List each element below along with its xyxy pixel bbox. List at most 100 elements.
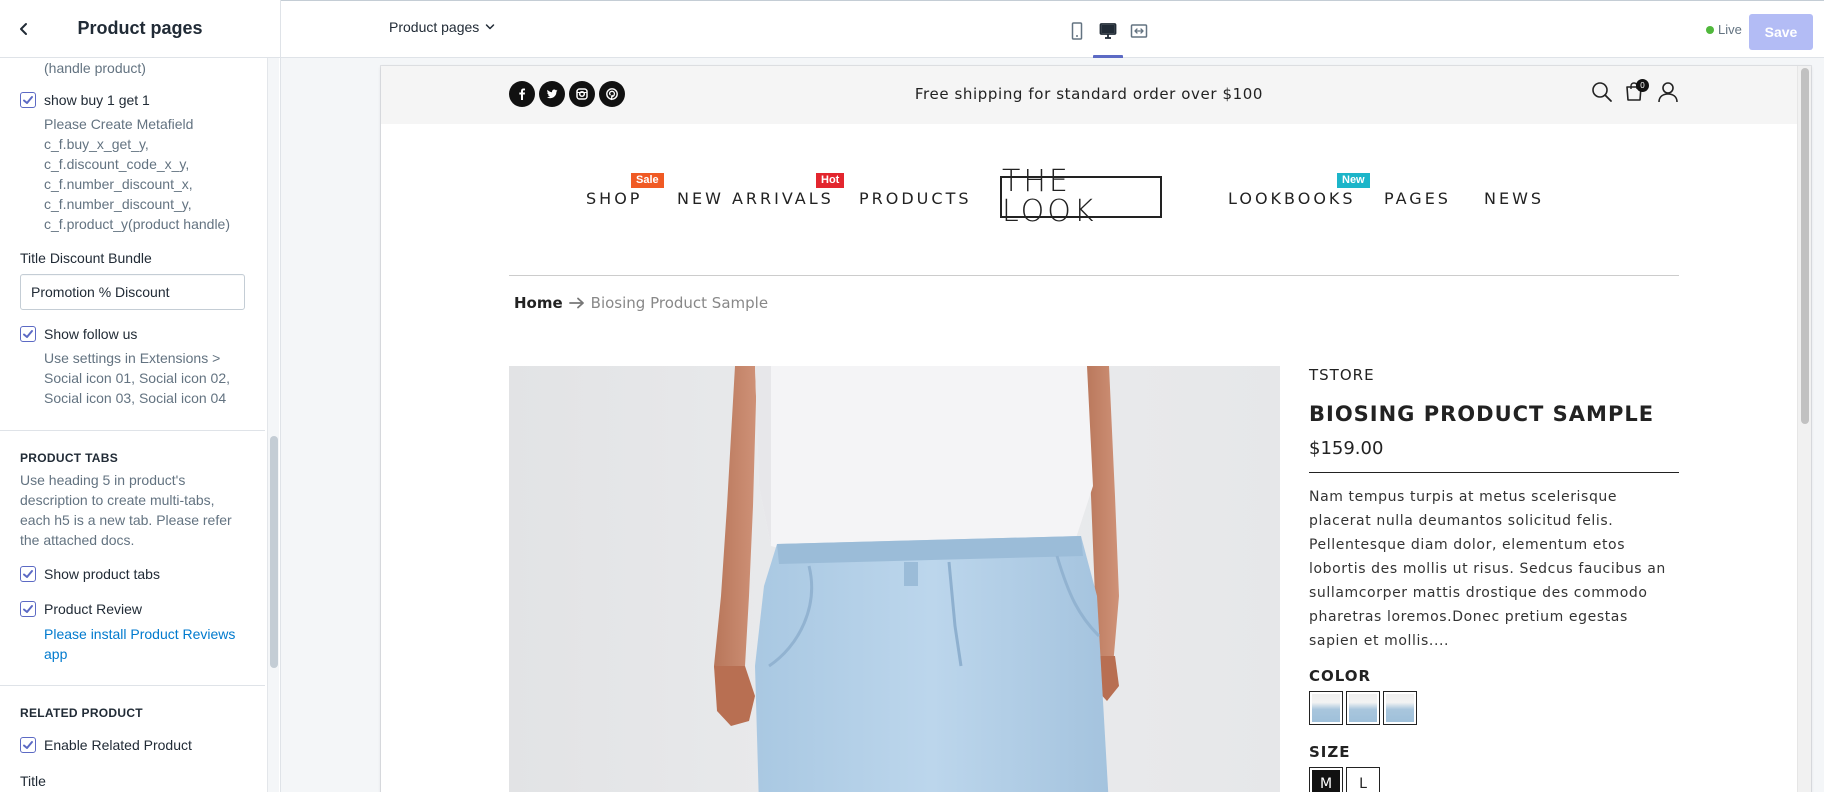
back-icon bbox=[20, 23, 27, 35]
section-heading-related-product: RELATED PRODUCT bbox=[20, 706, 143, 720]
checkbox-check-icon bbox=[23, 96, 33, 104]
checkbox[interactable] bbox=[20, 737, 36, 753]
sidebar-scrollbar[interactable] bbox=[267, 58, 279, 792]
nav-item-shop[interactable]: SHOP bbox=[586, 189, 642, 208]
swatch-thumbnail bbox=[1349, 694, 1377, 722]
product-vendor[interactable]: TSTORE bbox=[1309, 366, 1679, 384]
section-divider bbox=[0, 430, 265, 431]
link-line[interactable]: app bbox=[44, 644, 235, 664]
badge-hot: Hot bbox=[816, 173, 845, 188]
link-line[interactable]: Please install Product Reviews bbox=[44, 624, 235, 644]
color-swatch[interactable] bbox=[1346, 691, 1380, 725]
help-line: Use heading 5 in product's bbox=[20, 472, 186, 488]
help-line: c_f.product_y(product handle) bbox=[44, 216, 230, 232]
editor-topbar: Product pages Live Save bbox=[281, 0, 1824, 59]
announcement-text: Free shipping for standard order over $1… bbox=[914, 85, 1264, 103]
size-option-selected[interactable]: M bbox=[1309, 767, 1343, 792]
preview-canvas: Free shipping for standard order over $1… bbox=[281, 58, 1824, 792]
size-option[interactable]: L bbox=[1346, 767, 1380, 792]
search-icon bbox=[1592, 82, 1612, 102]
size-options: M L bbox=[1309, 767, 1679, 792]
section-heading-product-tabs: PRODUCT TABS bbox=[20, 451, 119, 465]
search-button[interactable] bbox=[1588, 78, 1616, 106]
install-reviews-link[interactable]: Please install Product Reviews app bbox=[44, 624, 235, 664]
badge-new: New bbox=[1337, 173, 1370, 188]
live-status: Live bbox=[1706, 22, 1742, 37]
account-button[interactable] bbox=[1654, 78, 1682, 106]
help-line: Social icon 03, Social icon 04 bbox=[44, 390, 227, 406]
product-info: TSTORE BIOSING PRODUCT SAMPLE $159.00 Na… bbox=[1309, 366, 1679, 792]
swatch-thumbnail bbox=[1386, 694, 1414, 722]
checkbox-label: Show product tabs bbox=[44, 566, 160, 582]
preview-scrollbar[interactable] bbox=[1797, 66, 1811, 792]
breadcrumb: Home Biosing Product Sample bbox=[514, 294, 768, 312]
title-discount-input[interactable] bbox=[20, 274, 245, 310]
page-selector[interactable]: Product pages bbox=[389, 19, 495, 35]
preview-scrollbar-thumb[interactable] bbox=[1801, 68, 1809, 424]
checkbox-follow-us[interactable]: Show follow us bbox=[20, 324, 137, 344]
checkbox-check-icon bbox=[23, 741, 33, 749]
checkbox[interactable] bbox=[20, 566, 36, 582]
cart-button[interactable]: 0 bbox=[1621, 78, 1649, 106]
sidebar-title: Product pages bbox=[77, 18, 203, 38]
product-title: BIOSING PRODUCT SAMPLE bbox=[1309, 402, 1655, 426]
help-text-handle: (handle product) bbox=[44, 60, 146, 76]
help-line: c_f.discount_code_x_y, bbox=[44, 156, 190, 172]
mobile-view-button[interactable] bbox=[1065, 19, 1089, 43]
checkbox-enable-related[interactable]: Enable Related Product bbox=[20, 735, 192, 755]
desktop-icon bbox=[1099, 23, 1117, 39]
desktop-view-button[interactable] bbox=[1096, 19, 1120, 43]
header-divider bbox=[509, 275, 1679, 276]
size-option-label: M bbox=[1312, 770, 1340, 792]
size-label: SIZE bbox=[1309, 743, 1351, 761]
checkbox-product-review[interactable]: Product Review bbox=[20, 599, 142, 619]
checkbox[interactable] bbox=[20, 601, 36, 617]
arrow-right-icon bbox=[568, 297, 584, 309]
checkbox-show-product-tabs[interactable]: Show product tabs bbox=[20, 564, 160, 584]
checkbox-check-icon bbox=[23, 330, 33, 338]
breadcrumb-current: Biosing Product Sample bbox=[590, 294, 769, 312]
checkbox-check-icon bbox=[23, 570, 33, 578]
nav-item-pages[interactable]: PAGES bbox=[1384, 189, 1451, 208]
sidebar-header: Product pages bbox=[0, 0, 280, 58]
store-logo[interactable]: THE LOOK bbox=[1000, 167, 1162, 227]
help-line: the attached docs. bbox=[20, 532, 135, 548]
section-divider bbox=[0, 685, 265, 686]
help-line: c_f.number_discount_y, bbox=[44, 196, 192, 212]
help-line: Please Create Metafield bbox=[44, 116, 194, 132]
nav-item-lookbooks[interactable]: LOOKBOOKS bbox=[1228, 189, 1356, 208]
back-button[interactable] bbox=[10, 15, 38, 43]
product-price: $159.00 bbox=[1309, 438, 1384, 459]
nav-item-products[interactable]: PRODUCTS bbox=[859, 189, 972, 208]
color-swatch[interactable] bbox=[1383, 691, 1417, 725]
sidebar-content[interactable]: (handle product) show buy 1 get 1 Please… bbox=[0, 58, 265, 792]
chevron-down-icon bbox=[486, 24, 495, 30]
save-button[interactable]: Save bbox=[1749, 14, 1813, 50]
product-image[interactable] bbox=[509, 366, 1280, 792]
product-description: Nam tempus turpis at metus scelerisque p… bbox=[1309, 489, 1666, 649]
help-text-product-tabs: Use heading 5 in product's description t… bbox=[20, 470, 232, 550]
help-text-follow-us: Use settings in Extensions > Social icon… bbox=[44, 348, 230, 408]
color-swatch[interactable] bbox=[1309, 691, 1343, 725]
checkbox[interactable] bbox=[20, 92, 36, 108]
theme-editor: Product pages (handle product) show buy … bbox=[0, 0, 1824, 792]
mobile-icon bbox=[1071, 22, 1083, 40]
title-discount-label: Title Discount Bundle bbox=[20, 250, 152, 266]
storefront-preview[interactable]: Free shipping for standard order over $1… bbox=[381, 66, 1811, 792]
checkbox-label: show buy 1 get 1 bbox=[44, 92, 150, 108]
help-line: Social icon 01, Social icon 02, bbox=[44, 370, 230, 386]
badge-sale: Sale bbox=[631, 173, 664, 188]
page-selector-label: Product pages bbox=[389, 19, 480, 35]
fullscreen-view-button[interactable] bbox=[1127, 19, 1151, 43]
breadcrumb-home[interactable]: Home bbox=[514, 294, 563, 312]
help-line: description to create multi-tabs, bbox=[20, 492, 215, 508]
related-title-label: Title bbox=[20, 773, 46, 789]
sidebar-scrollbar-thumb[interactable] bbox=[270, 436, 278, 668]
checkbox-label: Show follow us bbox=[44, 326, 138, 342]
nav-item-new-arrivals[interactable]: NEW ARRIVALS bbox=[677, 189, 834, 208]
color-label: COLOR bbox=[1309, 667, 1372, 685]
help-line: Use settings in Extensions > bbox=[44, 350, 221, 366]
checkbox[interactable] bbox=[20, 326, 36, 342]
nav-item-news[interactable]: NEWS bbox=[1484, 189, 1544, 208]
checkbox-buy1get1[interactable]: show buy 1 get 1 bbox=[20, 90, 150, 110]
